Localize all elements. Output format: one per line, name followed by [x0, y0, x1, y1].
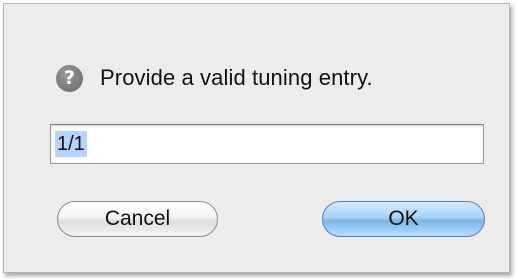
tuning-entry-dialog: ? Provide a valid tuning entry. 1/1 Canc… [3, 3, 510, 273]
tuning-entry-value[interactable]: 1/1 [55, 131, 87, 157]
ok-button[interactable]: OK [322, 201, 485, 237]
cancel-button[interactable]: Cancel [57, 201, 218, 237]
dialog-message: Provide a valid tuning entry. [100, 65, 373, 90]
tuning-entry-input[interactable]: 1/1 [50, 124, 484, 164]
question-mark-icon: ? [56, 64, 83, 92]
message-row: ? Provide a valid tuning entry. [56, 60, 373, 96]
